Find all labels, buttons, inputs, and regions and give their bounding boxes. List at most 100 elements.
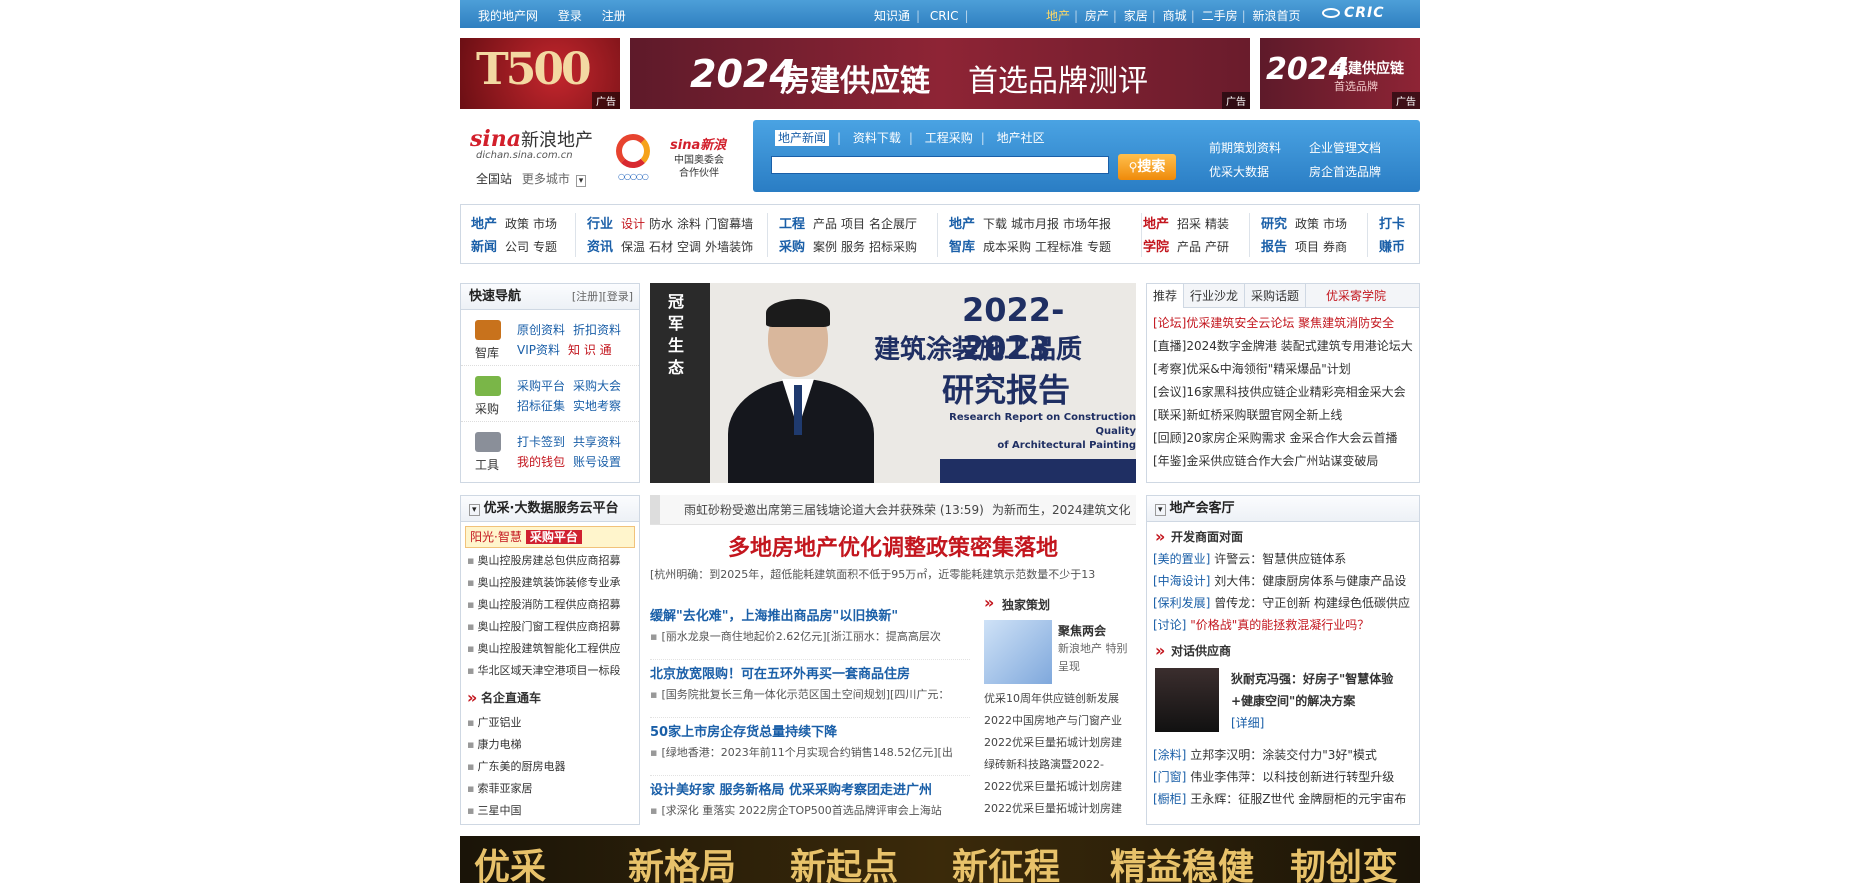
list-item[interactable]: 奥山控股建筑装饰装修专业承 — [467, 572, 633, 594]
tab-salon[interactable]: 行业沙龙 — [1184, 284, 1246, 308]
list-item[interactable]: [讨论] "价格战"真的能拯救混凝行业吗？ — [1153, 614, 1413, 636]
cat-item[interactable]: 成本采购 — [983, 240, 1031, 254]
news-related[interactable]: [求深化 重落实 2022房企TOP500首选品牌评审会上海站 — [650, 802, 970, 820]
item-tag[interactable]: [保利发展] — [1153, 596, 1210, 610]
news-title[interactable]: 50家上市房企存货总量持续下降 — [650, 722, 970, 744]
cat-item[interactable]: 产研 — [1205, 240, 1229, 254]
cat-item[interactable]: 保温 — [621, 240, 645, 254]
item-text[interactable]: 伟业李伟萍：以科技创新进行转型升级 — [1186, 770, 1394, 784]
cat-heading[interactable]: 学院 — [1143, 240, 1169, 255]
hero-banner[interactable]: 冠军生态 2022-2023 建筑涂装施工品质 研究报告 Research Re… — [650, 283, 1136, 483]
company-link[interactable]: 康力电梯 — [467, 734, 633, 756]
search-tab-community[interactable]: 地产社区 — [997, 131, 1045, 145]
item-tag[interactable]: [美的置业] — [1153, 552, 1210, 566]
bottom-ad-banner[interactable]: 优采 新格局 新起点 新征程 精益稳健 韧创变 — [460, 836, 1420, 883]
sina-dichan-logo[interactable]: sina新浪地产 dichan.sina.com.cn 全国站 更多城市 ▾ — [470, 126, 600, 188]
news-title[interactable]: 设计美好家 服务新格局 优采采购考察团走进广州 — [650, 780, 970, 802]
channel-home[interactable]: 家居 — [1124, 9, 1148, 23]
cat-item[interactable]: 下载 — [983, 217, 1007, 231]
cric-link[interactable]: CRIC — [930, 9, 959, 23]
list-item[interactable]: [橱柜] 王永辉：征服Z世代 金牌厨柜的元宇宙布 — [1153, 788, 1413, 810]
cat-heading[interactable]: 采购 — [779, 240, 805, 255]
cat-item[interactable]: 精装 — [1205, 217, 1229, 231]
channel-sina-home[interactable]: 新浪首页 — [1252, 9, 1300, 23]
company-link[interactable]: 广亚铝业 — [467, 712, 633, 734]
company-link[interactable]: 三星中国 — [467, 800, 633, 822]
item-text[interactable]: 立邦李汉明：涂装交付力"3好"模式 — [1186, 748, 1377, 762]
cat-item[interactable]: 设计 — [621, 217, 645, 231]
item-text[interactable]: 曾传龙：守正创新 构建绿色低碳供应 — [1210, 596, 1410, 610]
cat-item[interactable]: 名企展厅 — [869, 217, 917, 231]
cat-heading[interactable]: 报告 — [1261, 240, 1287, 255]
list-item[interactable]: [保利发展] 曾传龙：守正创新 构建绿色低碳供应 — [1153, 592, 1413, 614]
collapse-icon[interactable]: ▾ — [469, 504, 480, 516]
cat-heading[interactable]: 地产 — [471, 217, 497, 232]
list-item[interactable]: [会议]16家黑科技供应链企业精彩亮相金采大会 — [1153, 381, 1413, 404]
cat-item[interactable]: 城市月报 — [1011, 217, 1059, 231]
cat-item[interactable]: 服务 — [841, 240, 865, 254]
supplier-feature-title[interactable]: 狄耐克冯强：好房子"智慧体验+健康空间"的解决方案 — [1231, 668, 1411, 712]
quick-nav-link[interactable]: 我的钱包 — [517, 455, 565, 469]
list-item[interactable]: [涂料] 立邦李汉明：涂装交付力"3好"模式 — [1153, 744, 1413, 766]
list-item[interactable]: 2022优采巨量拓城计划房建 — [984, 732, 1136, 754]
cat-item[interactable]: 空调 — [677, 240, 701, 254]
list-item[interactable]: 奥山控股房建总包供应商招募 — [467, 550, 633, 572]
company-link[interactable]: 索菲亚家居 — [467, 778, 633, 800]
news-related[interactable]: [丽水龙泉一商住地起价2.62亿元][浙江丽水：提高高层次 — [650, 628, 970, 646]
cat-item[interactable]: 招采 — [1177, 217, 1201, 231]
list-item[interactable]: 奥山控股消防工程供应商招募 — [467, 594, 633, 616]
ad-supply-chain-main[interactable]: 2024 房建供应链 首选品牌测评 广告 — [630, 38, 1250, 109]
city-selector[interactable]: 全国站 更多城市 ▾ — [476, 170, 587, 187]
cat-item[interactable]: 招标采购 — [869, 240, 917, 254]
search-tab-download[interactable]: 资料下载 — [853, 131, 901, 145]
supplier-portrait[interactable] — [1155, 668, 1219, 732]
chevron-down-icon[interactable]: ▾ — [575, 175, 587, 187]
search-button[interactable]: ⚲搜索 — [1118, 154, 1176, 180]
quick-nav-link[interactable]: 知 识 通 — [568, 343, 612, 357]
item-tag[interactable]: [涂料] — [1153, 748, 1186, 762]
headline-subline[interactable]: [杭州明确：到2025年，超低能耗建筑面积不低于95万㎡，近零能耗建筑示范数量不… — [650, 566, 1136, 582]
cat-item[interactable]: 政策 — [505, 217, 529, 231]
cat-item[interactable]: 专题 — [1087, 240, 1111, 254]
cat-item[interactable]: 项目 — [841, 217, 865, 231]
cat-item[interactable]: 市场 — [533, 217, 557, 231]
cat-heading[interactable]: 赚币 — [1379, 240, 1405, 255]
tab-procurement-topics[interactable]: 采购话题 — [1245, 284, 1307, 308]
cat-item[interactable]: 产品 — [1177, 240, 1201, 254]
list-item[interactable]: [考察]优采&中海领衔"精采爆品"计划 — [1153, 358, 1413, 381]
quick-nav-link[interactable]: 原创资料 — [517, 323, 565, 337]
cat-item[interactable]: 项目 — [1295, 240, 1319, 254]
exclusive-thumbnail[interactable] — [984, 620, 1052, 684]
list-item[interactable]: [直播]2024数字金牌港 装配式建筑专用港论坛大 — [1153, 335, 1413, 358]
ticker-item[interactable]: 雨虹砂粉受邀出席第三届钱塘论道大会并获殊荣 (13:59) — [684, 495, 984, 524]
cat-heading[interactable]: 新闻 — [471, 240, 497, 255]
quick-link-brands[interactable]: 房企首选品牌 — [1309, 160, 1409, 184]
tab-recommend[interactable]: 推荐 — [1147, 284, 1185, 308]
cat-heading[interactable]: 地产 — [1143, 217, 1169, 232]
zhishitong-link[interactable]: 知识通 — [874, 9, 910, 23]
quick-nav-link[interactable]: 采购大会 — [573, 379, 621, 393]
tab-academy[interactable]: 优采寄学院 — [1320, 284, 1392, 308]
platform-banner[interactable]: 阳光·智慧 采购平台 — [465, 526, 635, 548]
ad-t500[interactable]: T500 广告 — [460, 38, 620, 109]
item-text[interactable]: 王永辉：征服Z世代 金牌厨柜的元宇宙布 — [1186, 792, 1406, 806]
quick-nav-link[interactable]: 实地考察 — [573, 399, 621, 413]
list-item[interactable]: 奥山控股门窗工程供应商招募 — [467, 616, 633, 638]
list-item[interactable]: 优采10周年供应链创新发展 — [984, 688, 1136, 710]
collapse-icon[interactable]: ▾ — [1155, 504, 1166, 516]
ad-supply-chain-side[interactable]: 2024 房建供应链 首选品牌 广告 — [1260, 38, 1420, 109]
list-item[interactable]: [年鉴]金采供应链合作大会广州站谋变破局 — [1153, 450, 1413, 473]
item-tag[interactable]: [橱柜] — [1153, 792, 1186, 806]
register-link[interactable]: 注册 — [602, 9, 626, 23]
quick-link-planning[interactable]: 前期策划资料 — [1209, 136, 1309, 160]
company-link[interactable]: 广东美的厨房电器 — [467, 756, 633, 778]
list-item[interactable]: [联采]新虹桥采购联盟官网全新上线 — [1153, 404, 1413, 427]
cric-logo[interactable]: CRIC — [1322, 5, 1385, 21]
cat-heading[interactable]: 智库 — [949, 240, 975, 255]
main-headline[interactable]: 多地房地产优化调整政策密集落地 — [650, 530, 1136, 562]
news-related[interactable]: [国务院批复长三角一体化示范区国土空间规划][四川广元： — [650, 686, 970, 704]
cat-item[interactable]: 涂料 — [677, 217, 701, 231]
cat-item[interactable]: 市场年报 — [1063, 217, 1111, 231]
cat-item[interactable]: 外墙装饰 — [705, 240, 753, 254]
cat-heading[interactable]: 工程 — [779, 217, 805, 232]
